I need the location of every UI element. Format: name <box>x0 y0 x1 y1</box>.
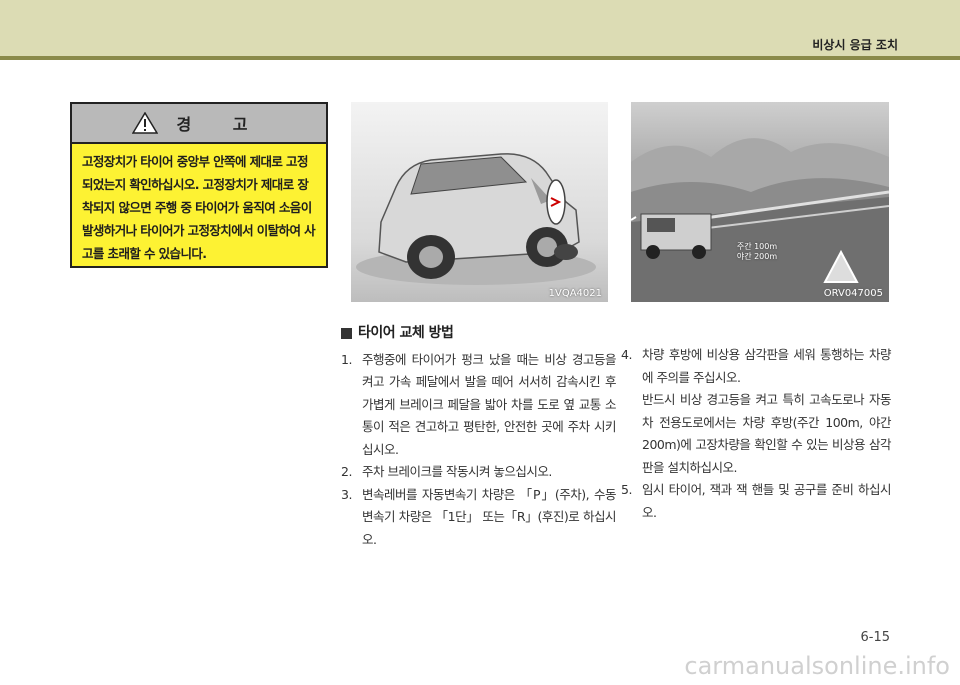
distance-label: 주간 100m 야간 200m <box>727 242 787 262</box>
highway-illustration-icon <box>631 138 889 302</box>
step-text: 임시 타이어, 잭과 잭 핸들 및 공구를 준비 하십시오. <box>642 482 892 520</box>
left-column: 타이어 교체 방법 1. 주행중에 타이어가 펑크 났을 때는 비상 경고등을 … <box>341 322 617 552</box>
image-code: ORV047005 <box>823 288 883 299</box>
warning-title: 경 고 <box>176 115 266 134</box>
step-text: 주행중에 타이어가 펑크 났을 때는 비상 경고등을 켜고 가속 페달에서 발을… <box>362 351 617 457</box>
warning-header: 경 고 <box>72 104 326 144</box>
car-illustration-icon <box>356 153 596 285</box>
watermark: carmanualsonline.info <box>684 652 950 680</box>
warning-box: 경 고 고정장치가 타이어 중앙부 안쪽에 제대로 고정되었는지 확인하십시오.… <box>70 102 328 268</box>
distance-day: 주간 100m <box>736 242 778 251</box>
step-item: 1. 주행중에 타이어가 펑크 났을 때는 비상 경고등을 켜고 가속 페달에서… <box>341 349 617 462</box>
section-title-text: 타이어 교체 방법 <box>358 325 454 341</box>
warning-triangle-icon <box>132 112 159 134</box>
step-item: 3. 변속레버를 자동변속기 차량은 「P」(주차), 수동변속기 차량은 「1… <box>341 484 617 552</box>
warning-text: 고정장치가 타이어 중앙부 안쪽에 제대로 고정되었는지 확인하십시오. 고정장… <box>82 154 316 261</box>
step-number: 3. <box>341 486 352 502</box>
step-number: 2. <box>341 464 352 479</box>
right-column: 4. 차량 후방에 비상용 삼각판을 세워 통행하는 차량에 주의를 주십시오.… <box>621 344 892 524</box>
warning-triangle-road-image: 주간 100m 야간 200m ORV047005 <box>631 102 889 302</box>
step-item: 2. 주차 브레이크를 작동시켜 놓으십시오. <box>341 461 616 484</box>
flat-tire-car-image: 1VQA4021 <box>351 102 608 302</box>
image-code: 1VQA4021 <box>548 288 602 299</box>
step-note: 반드시 비상 경고등을 켜고 특히 고속도로나 자동차 전용도로에서는 차량 후… <box>642 392 892 475</box>
step-number: 1. <box>341 351 352 367</box>
page-number: 6-15 <box>860 630 890 645</box>
step-text-block: 차량 후방에 비상용 삼각판을 세워 통행하는 차량에 주의를 주십시오. 반드… <box>642 344 892 479</box>
distance-night: 야간 200m <box>736 252 778 261</box>
step-item: 4. 차량 후방에 비상용 삼각판을 세워 통행하는 차량에 주의를 주십시오.… <box>621 344 892 479</box>
square-bullet-icon <box>341 327 352 339</box>
step-number: 4. <box>621 347 632 362</box>
step-text: 변속레버를 자동변속기 차량은 「P」(주차), 수동변속기 차량은 「1단」 … <box>362 486 617 547</box>
section-title: 타이어 교체 방법 <box>341 322 616 345</box>
step-text: 차량 후방에 비상용 삼각판을 세워 통행하는 차량에 주의를 주십시오. <box>642 347 892 385</box>
step-number: 5. <box>621 482 632 497</box>
chapter-title: 비상시 응급 조치 <box>812 38 898 52</box>
step-text: 주차 브레이크를 작동시켜 놓으십시오. <box>362 464 552 479</box>
step-item: 5. 임시 타이어, 잭과 잭 핸들 및 공구를 준비 하십시오. <box>621 479 892 524</box>
